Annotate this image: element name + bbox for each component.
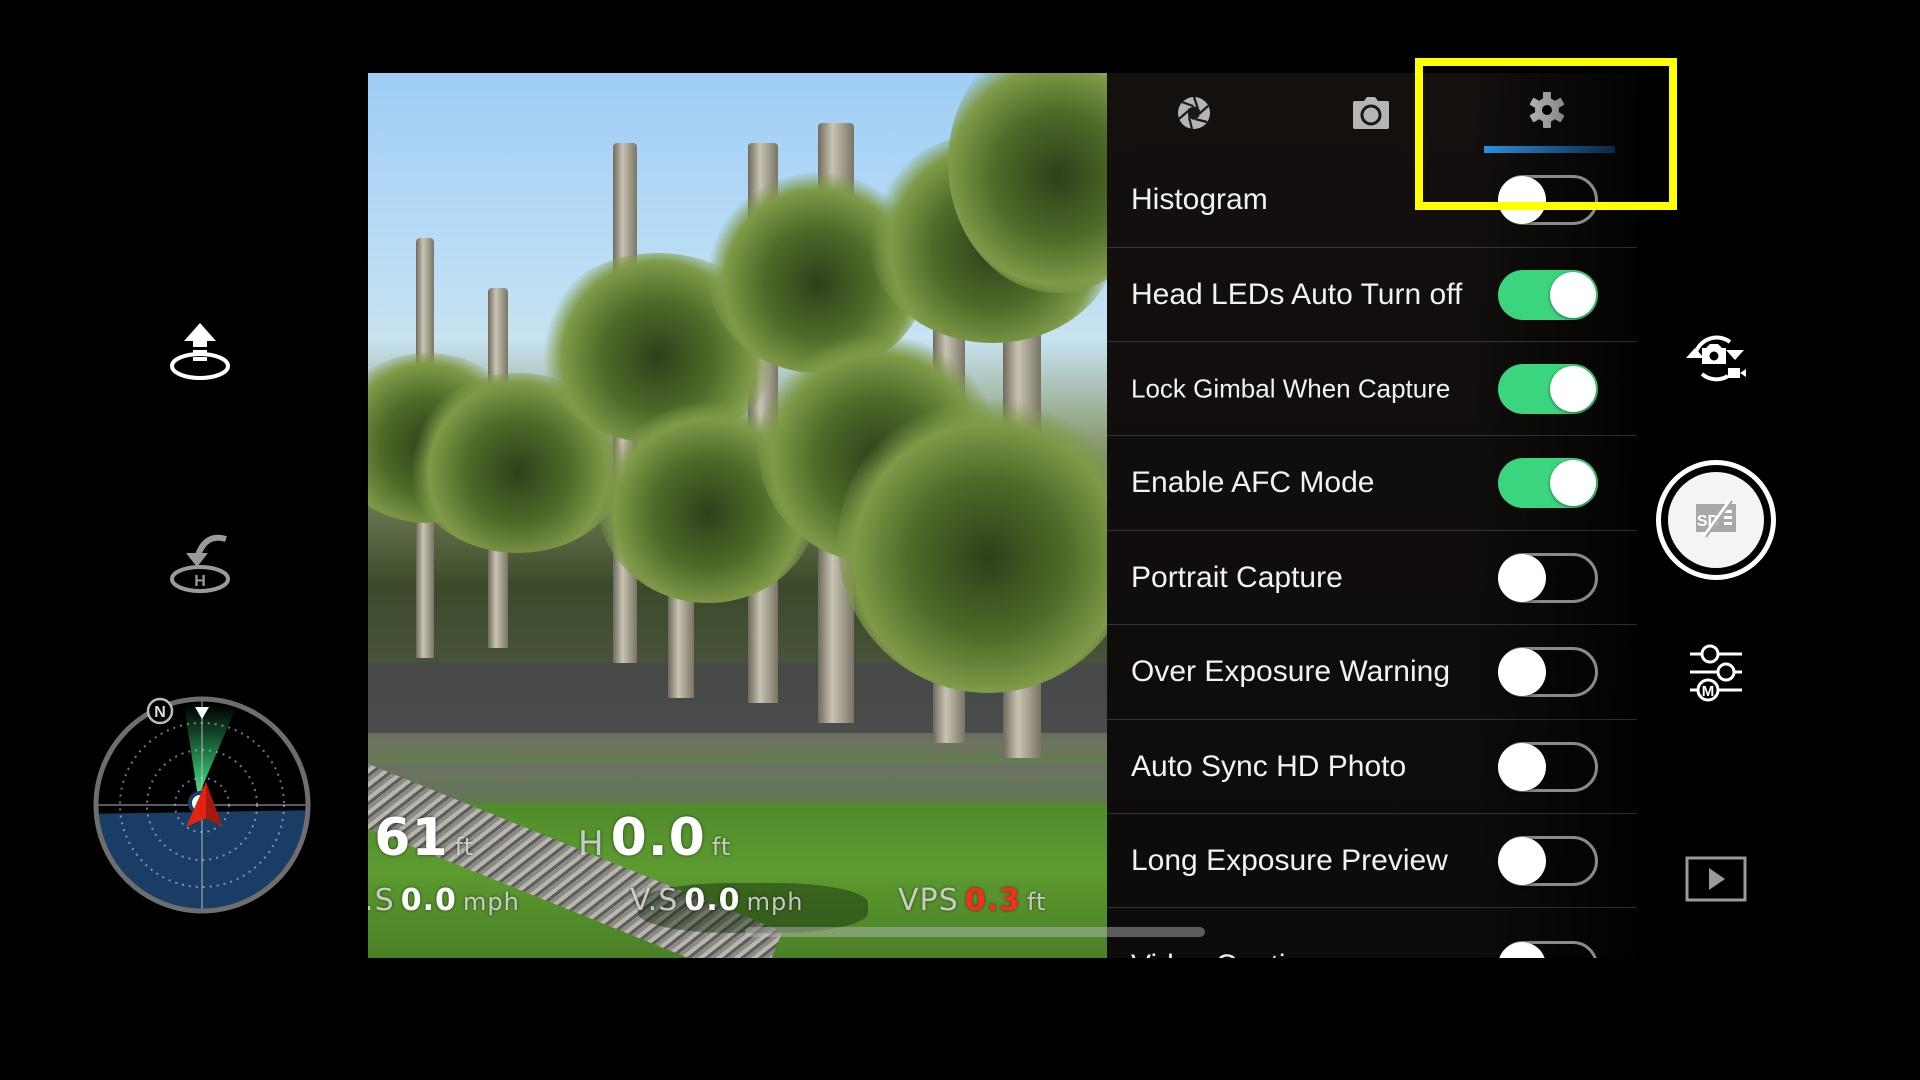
toggle-knob xyxy=(1550,459,1596,506)
setting-label: Head LEDs Auto Turn off xyxy=(1131,277,1463,311)
setting-label: Lock Gimbal When Capture xyxy=(1131,373,1451,403)
setting-row-afc-mode: Enable AFC Mode xyxy=(1107,435,1637,529)
setting-label: Histogram xyxy=(1131,183,1268,216)
telemetry-vps: VPS 0.3 ft xyxy=(898,883,1046,918)
shutter-inner: SD xyxy=(1668,472,1764,568)
toggle-knob xyxy=(1550,271,1596,318)
hs-label: H.S xyxy=(368,883,395,918)
tab-camera[interactable] xyxy=(1291,73,1451,153)
return-to-home-button[interactable]: H xyxy=(165,530,235,600)
setting-row-long-exposure: Long Exposure Preview xyxy=(1107,813,1637,907)
setting-label: Over Exposure Warning xyxy=(1131,654,1451,688)
setting-label: Video Caption xyxy=(1131,949,1319,958)
playback-button[interactable] xyxy=(1684,856,1748,907)
toggle-knob xyxy=(1550,365,1596,412)
shutter-button[interactable]: SD xyxy=(1656,460,1776,580)
hs-unit: mph xyxy=(462,888,520,916)
active-tab-indicator xyxy=(1484,146,1615,153)
height-unit: ft xyxy=(711,833,732,861)
vps-value: 0.3 xyxy=(964,883,1021,918)
camera-settings-icon: M xyxy=(1688,642,1744,707)
camera-settings-panel: Histogram Head LEDs Auto Turn off Lock G… xyxy=(1107,73,1637,958)
settings-tab-bar xyxy=(1107,73,1637,153)
setting-row-histogram: Histogram xyxy=(1107,153,1637,247)
setting-row-lock-gimbal: Lock Gimbal When Capture xyxy=(1107,341,1637,435)
toggle-knob xyxy=(1498,836,1546,885)
setting-row-head-leds: Head LEDs Auto Turn off xyxy=(1107,247,1637,341)
setting-row-portrait-capture: Portrait Capture xyxy=(1107,530,1637,624)
toggle-knob xyxy=(1498,647,1546,696)
panel-horizontal-scrollbar[interactable] xyxy=(745,927,1205,937)
portrait-capture-toggle[interactable] xyxy=(1498,552,1598,603)
aperture-icon xyxy=(1176,95,1212,131)
setting-label: Long Exposure Preview xyxy=(1131,843,1448,877)
setting-label: Portrait Capture xyxy=(1131,560,1343,594)
svg-text:H: H xyxy=(194,573,206,590)
toggle-knob xyxy=(1498,176,1546,224)
setting-label: Enable AFC Mode xyxy=(1131,465,1375,499)
camera-settings-button[interactable]: M xyxy=(1684,642,1748,706)
over-exposure-toggle[interactable] xyxy=(1498,646,1598,697)
tab-aperture[interactable] xyxy=(1114,73,1274,153)
hs-value: 0.0 xyxy=(400,883,457,918)
sd-card-missing-icon: SD xyxy=(1694,498,1738,543)
photo-video-switch-button[interactable] xyxy=(1680,325,1752,395)
toggle-knob xyxy=(1498,742,1546,791)
gear-icon xyxy=(1528,91,1566,129)
vps-label: VPS xyxy=(898,883,959,918)
video-caption-toggle[interactable] xyxy=(1498,941,1598,958)
setting-row-over-exposure: Over Exposure Warning xyxy=(1107,624,1637,718)
tab-settings[interactable] xyxy=(1467,73,1627,153)
vps-unit: ft xyxy=(1027,888,1047,916)
long-exposure-toggle[interactable] xyxy=(1498,835,1598,886)
lock-gimbal-toggle[interactable] xyxy=(1498,363,1598,414)
setting-row-auto-sync-hd: Auto Sync HD Photo xyxy=(1107,719,1637,813)
toggle-knob xyxy=(1498,942,1546,958)
setting-label: Auto Sync HD Photo xyxy=(1131,749,1407,783)
playback-icon xyxy=(1685,856,1747,907)
afc-mode-toggle[interactable] xyxy=(1498,457,1598,508)
photo-video-switch-icon xyxy=(1682,328,1750,393)
auto-sync-hd-toggle[interactable] xyxy=(1498,741,1598,792)
mode-letter: M xyxy=(1702,683,1715,700)
auto-takeoff-icon xyxy=(168,321,232,390)
height-value: 0.0 xyxy=(610,808,706,868)
compass-north-label: N xyxy=(154,704,166,721)
video-road xyxy=(368,763,1107,803)
histogram-toggle[interactable] xyxy=(1498,175,1598,225)
telemetry-horizontal-speed: H.S 0.0 mph xyxy=(368,883,520,918)
camera-video-feed[interactable]: D 61 ft H 0.0 ft H.S 0.0 mph V.S 0.0 mph… xyxy=(368,73,1107,958)
auto-takeoff-button[interactable] xyxy=(165,320,235,390)
head-leds-toggle[interactable] xyxy=(1498,269,1598,320)
camera-icon xyxy=(1353,97,1389,129)
video-drone-shadow xyxy=(638,883,868,933)
radar-compass[interactable]: N xyxy=(82,685,322,925)
toggle-knob xyxy=(1498,553,1546,602)
return-to-home-icon: H xyxy=(168,531,232,600)
